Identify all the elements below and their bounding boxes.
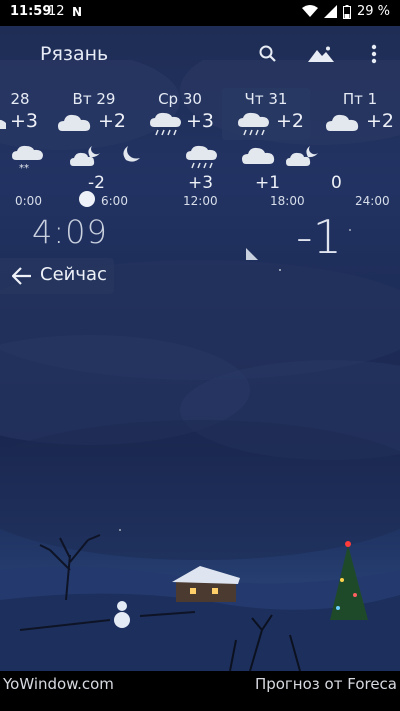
status-icons: 29 %: [301, 4, 390, 19]
expand-corner-icon[interactable]: [246, 248, 258, 260]
battery-percent: 29 %: [356, 4, 390, 19]
partly-cloudy-night-icon: [70, 146, 100, 166]
time-tick: 12:00: [183, 194, 218, 208]
day-forecast-thu-31[interactable]: Чт 31 +2: [222, 88, 310, 140]
search-icon[interactable]: [254, 40, 282, 68]
city-name[interactable]: Рязань: [40, 43, 108, 65]
day-name: Ср 30: [158, 90, 202, 108]
landscape-icon[interactable]: [304, 40, 338, 68]
day-name: Чт 31: [244, 90, 288, 108]
day-temp: +2: [366, 110, 395, 132]
moon-icon: [123, 146, 140, 162]
wifi-icon: [301, 5, 318, 17]
rain-cloud-icon: [238, 112, 269, 136]
day-forecast-28[interactable]: 28 +3: [0, 88, 54, 140]
top-bar: Рязань: [0, 26, 400, 82]
brand-link[interactable]: YoWindow.com: [3, 675, 114, 693]
house: [172, 566, 240, 602]
signal-icon: [323, 5, 337, 18]
more-options-icon[interactable]: [360, 40, 388, 68]
cloud-icon: [0, 119, 6, 129]
snow-cloud-icon: **: [12, 145, 43, 172]
time-tick: 6:00: [101, 194, 128, 208]
partly-cloudy-night-icon: [286, 146, 318, 166]
day-name: Пт 1: [342, 90, 378, 108]
day-forecast-fri-1[interactable]: Пт 1 +2: [318, 88, 400, 140]
time-tick: 24:00: [355, 194, 390, 208]
status-time: 11:59: [10, 4, 52, 19]
time-tick: 18:00: [270, 194, 305, 208]
current-time: 4:09: [32, 213, 108, 251]
winter-landscape-scene: [0, 534, 400, 671]
rain-cloud-icon: [186, 145, 217, 169]
forecast-source-link[interactable]: Прогноз от Foreca: [255, 675, 397, 693]
now-label: Сейчас: [40, 264, 107, 285]
battery-icon: [342, 4, 351, 19]
current-time-marker[interactable]: [78, 190, 96, 208]
rain-cloud-icon: [150, 112, 181, 136]
arrow-left-icon: [12, 267, 31, 285]
status-bar: 11:59 12 N 29 %: [0, 0, 400, 26]
day-forecast-tue-29[interactable]: Вт 29 +2: [52, 88, 136, 140]
notification-icon: N: [72, 5, 83, 19]
svg-text:**: **: [19, 163, 29, 172]
cloud-icon: [326, 114, 359, 131]
day-name: Вт 29: [72, 90, 116, 108]
day-temp: +3: [10, 110, 39, 132]
day-temp: +3: [186, 110, 215, 132]
cloud-icon: [58, 114, 91, 131]
hourly-temp: +3: [188, 173, 214, 193]
hourly-temp: 0: [331, 173, 342, 193]
day-temp: +2: [98, 110, 127, 132]
bottom-bar: YoWindow.com Прогноз от Foreca: [0, 671, 400, 711]
cloud-icon: [242, 147, 275, 164]
notification-count: 12: [48, 4, 65, 19]
current-temperature: -1: [296, 210, 342, 264]
now-button[interactable]: Сейчас: [0, 258, 114, 294]
time-tick: 0:00: [15, 194, 42, 208]
hourly-temp: +1: [255, 173, 281, 193]
day-name: 28: [10, 90, 30, 108]
day-forecast-wed-30[interactable]: Ср 30 +3: [138, 88, 222, 140]
day-temp: +2: [276, 110, 305, 132]
